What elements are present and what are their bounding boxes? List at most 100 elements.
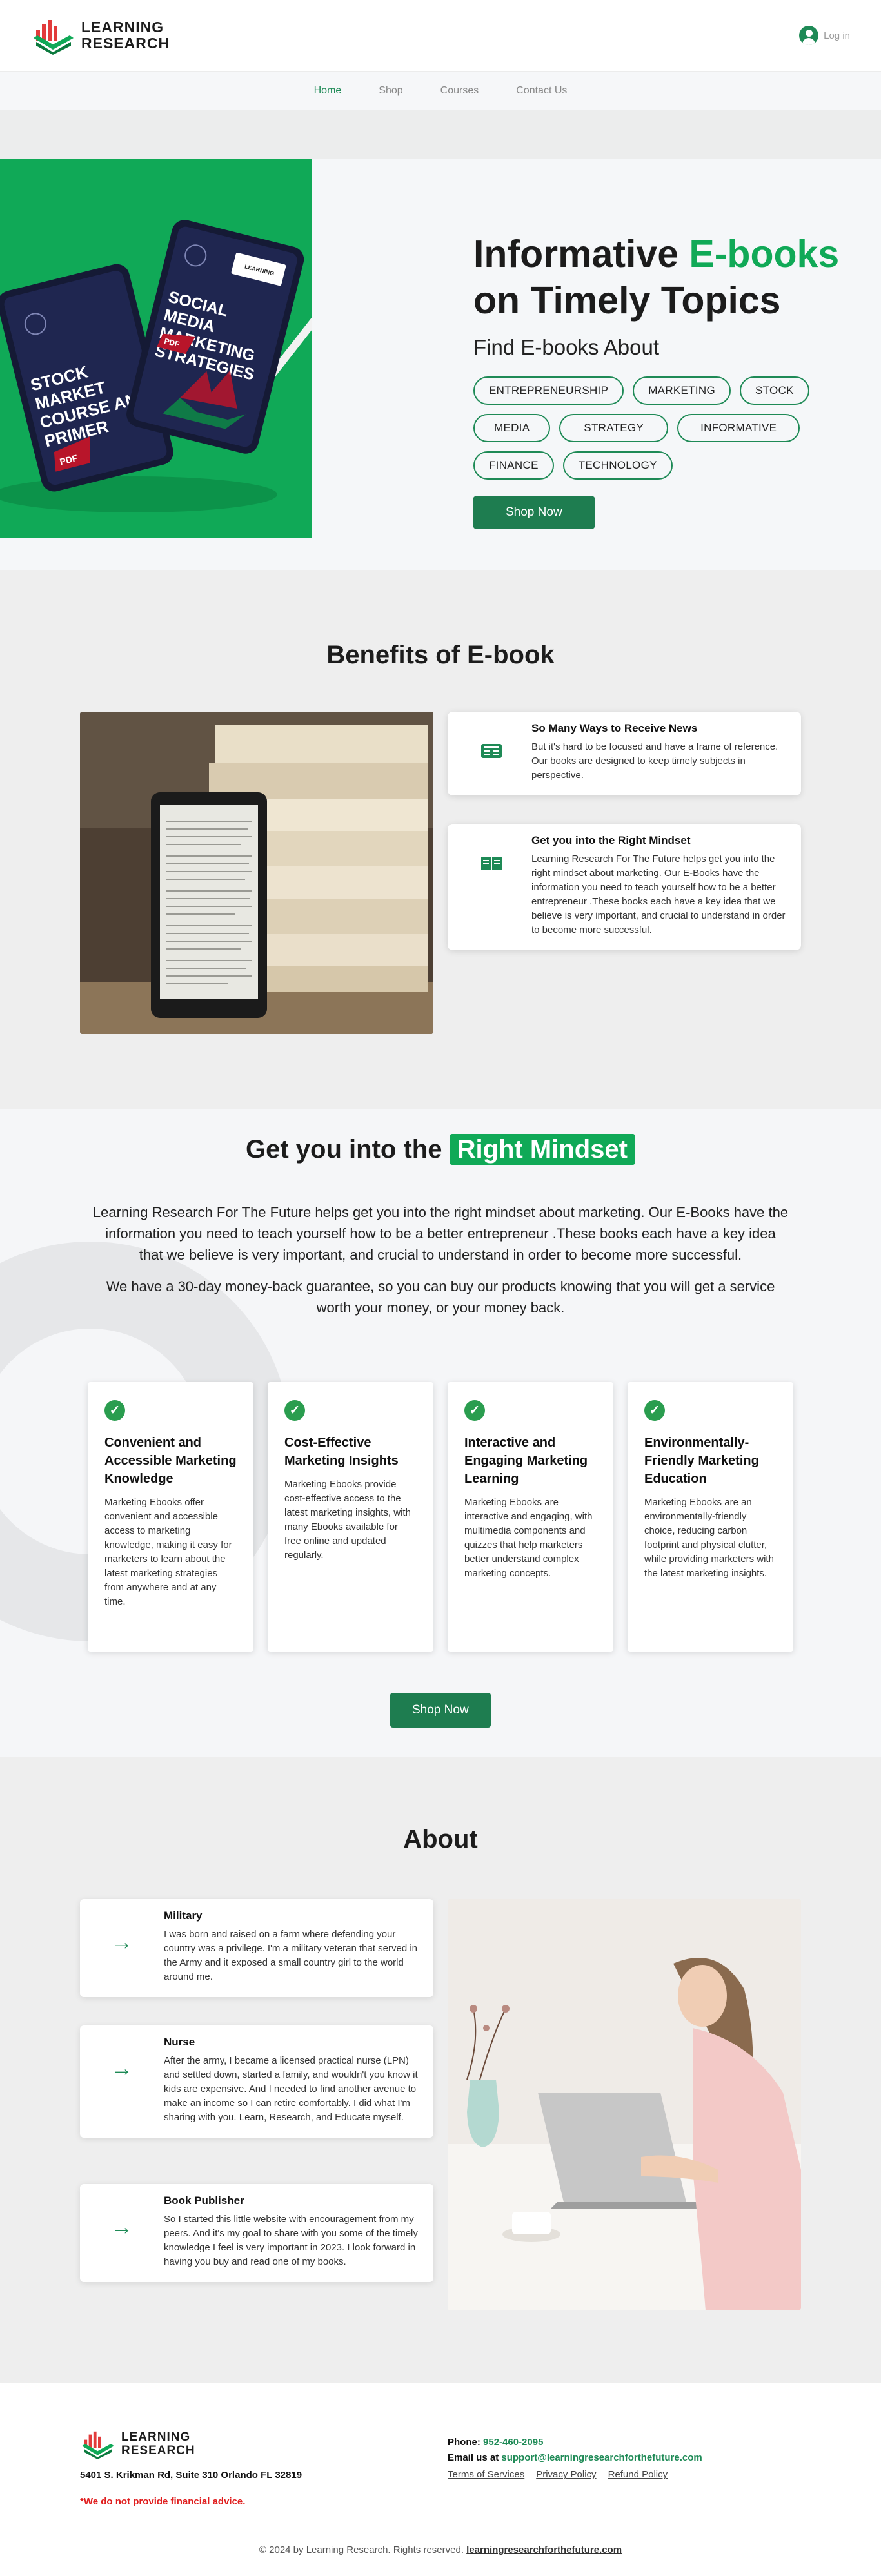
- top-header: LEARNING RESEARCH Log in: [0, 0, 881, 71]
- divider-strip: [0, 110, 881, 159]
- privacy-link[interactable]: Privacy Policy: [536, 2467, 596, 2483]
- main-nav: Home Shop Courses Contact Us: [0, 71, 881, 110]
- email-label: Email us at: [448, 2452, 499, 2463]
- feature-text: Marketing Ebooks offer convenient and ac…: [104, 1497, 232, 1607]
- logo-mark-icon: [34, 20, 74, 55]
- feature-cards: ✓ Convenient and Accessible Marketing Kn…: [88, 1382, 793, 1652]
- about-card-title: Nurse: [164, 2036, 195, 2048]
- about-card-nurse: → Nurse After the army, I became a licen…: [80, 2025, 433, 2138]
- arrow-right-icon: →: [111, 2056, 133, 2081]
- footer-logo-line-1: LEARNING: [121, 2430, 191, 2444]
- logo-line-2: RESEARCH: [81, 35, 170, 52]
- ebook-tablets-illustration: STOCKMARKETCOURSE ANDPRIMER PDF LEARNING…: [0, 220, 312, 512]
- about-card-title: Book Publisher: [164, 2194, 244, 2207]
- feature-card: ✓ Environmentally-Friendly Marketing Edu…: [628, 1382, 793, 1652]
- tag-media[interactable]: MEDIA: [473, 414, 551, 442]
- nav-home[interactable]: Home: [314, 85, 342, 97]
- hero-shop-now-button[interactable]: Shop Now: [473, 496, 595, 529]
- feature-text: Marketing Ebooks provide cost-effective …: [284, 1479, 411, 1561]
- checkmark-icon: ✓: [104, 1400, 125, 1421]
- about-card-title: Military: [164, 1909, 203, 1922]
- login-button[interactable]: Log in: [799, 26, 850, 45]
- hero-section: STOCKMARKETCOURSE ANDPRIMER PDF LEARNING…: [0, 159, 881, 570]
- ereader-books-photo: [80, 712, 433, 1034]
- terms-link[interactable]: Terms of Services: [448, 2467, 524, 2483]
- about-card-military: → Military I was born and raised on a fa…: [80, 1899, 433, 1997]
- footer-contact: Phone: 952-460-2095 Email us at support@…: [448, 2435, 702, 2483]
- tag-strategy[interactable]: STRATEGY: [559, 414, 669, 442]
- feature-text: Marketing Ebooks are an environmentally-…: [644, 1497, 774, 1579]
- footer-links: Terms of Services Privacy Policy Refund …: [448, 2467, 702, 2483]
- nav-shop[interactable]: Shop: [379, 85, 402, 97]
- feature-title: Convenient and Accessible Marketing Know…: [104, 1436, 237, 1486]
- about-section: About → Military I was born and raised o…: [0, 1757, 881, 2383]
- email-link[interactable]: support@learningresearchforthefuture.com: [501, 2452, 702, 2463]
- site-footer: LEARNING RESEARCH 5401 S. Krikman Rd, Su…: [0, 2383, 881, 2576]
- mindset-title-part1: Get you into the: [246, 1135, 450, 1164]
- benefit-card-title: So Many Ways to Receive News: [531, 722, 698, 734]
- logo-line-1: LEARNING: [81, 19, 164, 35]
- benefit-card-mindset: Get you into the Right Mindset Learning …: [448, 824, 801, 950]
- site-logo[interactable]: LEARNING RESEARCH: [31, 16, 170, 55]
- feature-card: ✓ Convenient and Accessible Marketing Kn…: [88, 1382, 253, 1652]
- open-book-icon: [481, 857, 502, 870]
- arrow-right-icon: →: [111, 1930, 133, 1955]
- about-card-text: After the army, I became a licensed prac…: [164, 2055, 418, 2123]
- feature-card: ✓ Cost-Effective Marketing Insights Mark…: [268, 1382, 433, 1652]
- copyright: © 2024 by Learning Research. Rights rese…: [0, 2544, 881, 2555]
- copyright-text: © 2024 by Learning Research. Rights rese…: [259, 2544, 464, 2555]
- user-avatar-icon: [799, 26, 819, 45]
- benefit-card-news: So Many Ways to Receive News But it's ha…: [448, 712, 801, 795]
- phone-link[interactable]: 952-460-2095: [483, 2437, 543, 2448]
- about-title: About: [403, 1825, 478, 1853]
- topic-tags: ENTREPRENEURSHIP MARKETING STOCK MEDIA S…: [473, 376, 822, 480]
- phone-row: Phone: 952-460-2095: [448, 2435, 702, 2450]
- tag-informative[interactable]: INFORMATIVE: [677, 414, 800, 442]
- hero-title: Informative E-books on Timely Topics: [473, 231, 860, 324]
- checkmark-icon: ✓: [284, 1400, 305, 1421]
- hero-image: STOCKMARKETCOURSE ANDPRIMER PDF LEARNING…: [0, 159, 312, 538]
- benefits-title: Benefits of E-book: [326, 641, 555, 669]
- refund-link[interactable]: Refund Policy: [608, 2467, 668, 2483]
- mindset-shop-now-button[interactable]: Shop Now: [390, 1693, 491, 1728]
- tag-technology[interactable]: TECHNOLOGY: [562, 451, 673, 480]
- feature-card: ✓ Interactive and Engaging Marketing Lea…: [448, 1382, 613, 1652]
- mindset-paragraph-1: Learning Research For The Future helps g…: [92, 1204, 789, 1263]
- footer-logo[interactable]: LEARNING RESEARCH: [80, 2428, 195, 2459]
- feature-text: Marketing Ebooks are interactive and eng…: [464, 1497, 593, 1579]
- hero-title-part2: on Timely Topics: [473, 279, 781, 322]
- nav-courses[interactable]: Courses: [440, 85, 479, 97]
- feature-title: Cost-Effective Marketing Insights: [284, 1436, 399, 1468]
- email-row: Email us at support@learningresearchfort…: [448, 2450, 702, 2466]
- tag-stock[interactable]: STOCK: [739, 376, 809, 405]
- mindset-title-highlight: Right Mindset: [449, 1134, 635, 1165]
- hero-title-part1: Informative: [473, 233, 689, 275]
- mindset-section: Get you into the Right Mindset Learning …: [0, 1109, 881, 1757]
- mindset-paragraph-2: We have a 30-day money-back guarantee, s…: [106, 1278, 775, 1316]
- about-card-text: I was born and raised on a farm where de…: [164, 1929, 418, 1982]
- footer-logo-line-2: RESEARCH: [121, 2444, 195, 2457]
- logo-text: LEARNING RESEARCH: [81, 19, 170, 52]
- login-label: Log in: [824, 30, 850, 41]
- about-card-publisher: → Book Publisher So I started this littl…: [80, 2184, 433, 2282]
- tag-entrepreneurship[interactable]: ENTREPRENEURSHIP: [473, 376, 624, 405]
- site-link[interactable]: learningresearchforthefuture.com: [466, 2544, 622, 2555]
- logo-mark-icon: [82, 2431, 114, 2459]
- benefits-section: Benefits of E-book So Many Ways to Recei…: [0, 570, 881, 1109]
- tag-finance[interactable]: FINANCE: [473, 451, 554, 480]
- checkmark-icon: ✓: [644, 1400, 665, 1421]
- footer-address: 5401 S. Krikman Rd, Suite 310 Orlando FL…: [80, 2470, 302, 2481]
- tag-marketing[interactable]: MARKETING: [633, 376, 731, 405]
- mindset-title: Get you into the Right Mindset: [0, 1109, 881, 1165]
- checkmark-icon: ✓: [464, 1400, 485, 1421]
- benefit-card-title: Get you into the Right Mindset: [531, 834, 691, 846]
- woman-laptop-photo: [448, 1899, 801, 2310]
- arrow-right-icon: →: [111, 2215, 133, 2239]
- feature-title: Interactive and Engaging Marketing Learn…: [464, 1436, 588, 1486]
- phone-label: Phone:: [448, 2437, 480, 2448]
- nav-contact-us[interactable]: Contact Us: [516, 85, 567, 97]
- footer-logo-text: LEARNING RESEARCH: [121, 2430, 195, 2457]
- about-card-text: So I started this little website with en…: [164, 2214, 418, 2267]
- newspaper-icon: [481, 744, 502, 758]
- hero-content: Informative E-books on Timely Topics Fin…: [473, 231, 860, 529]
